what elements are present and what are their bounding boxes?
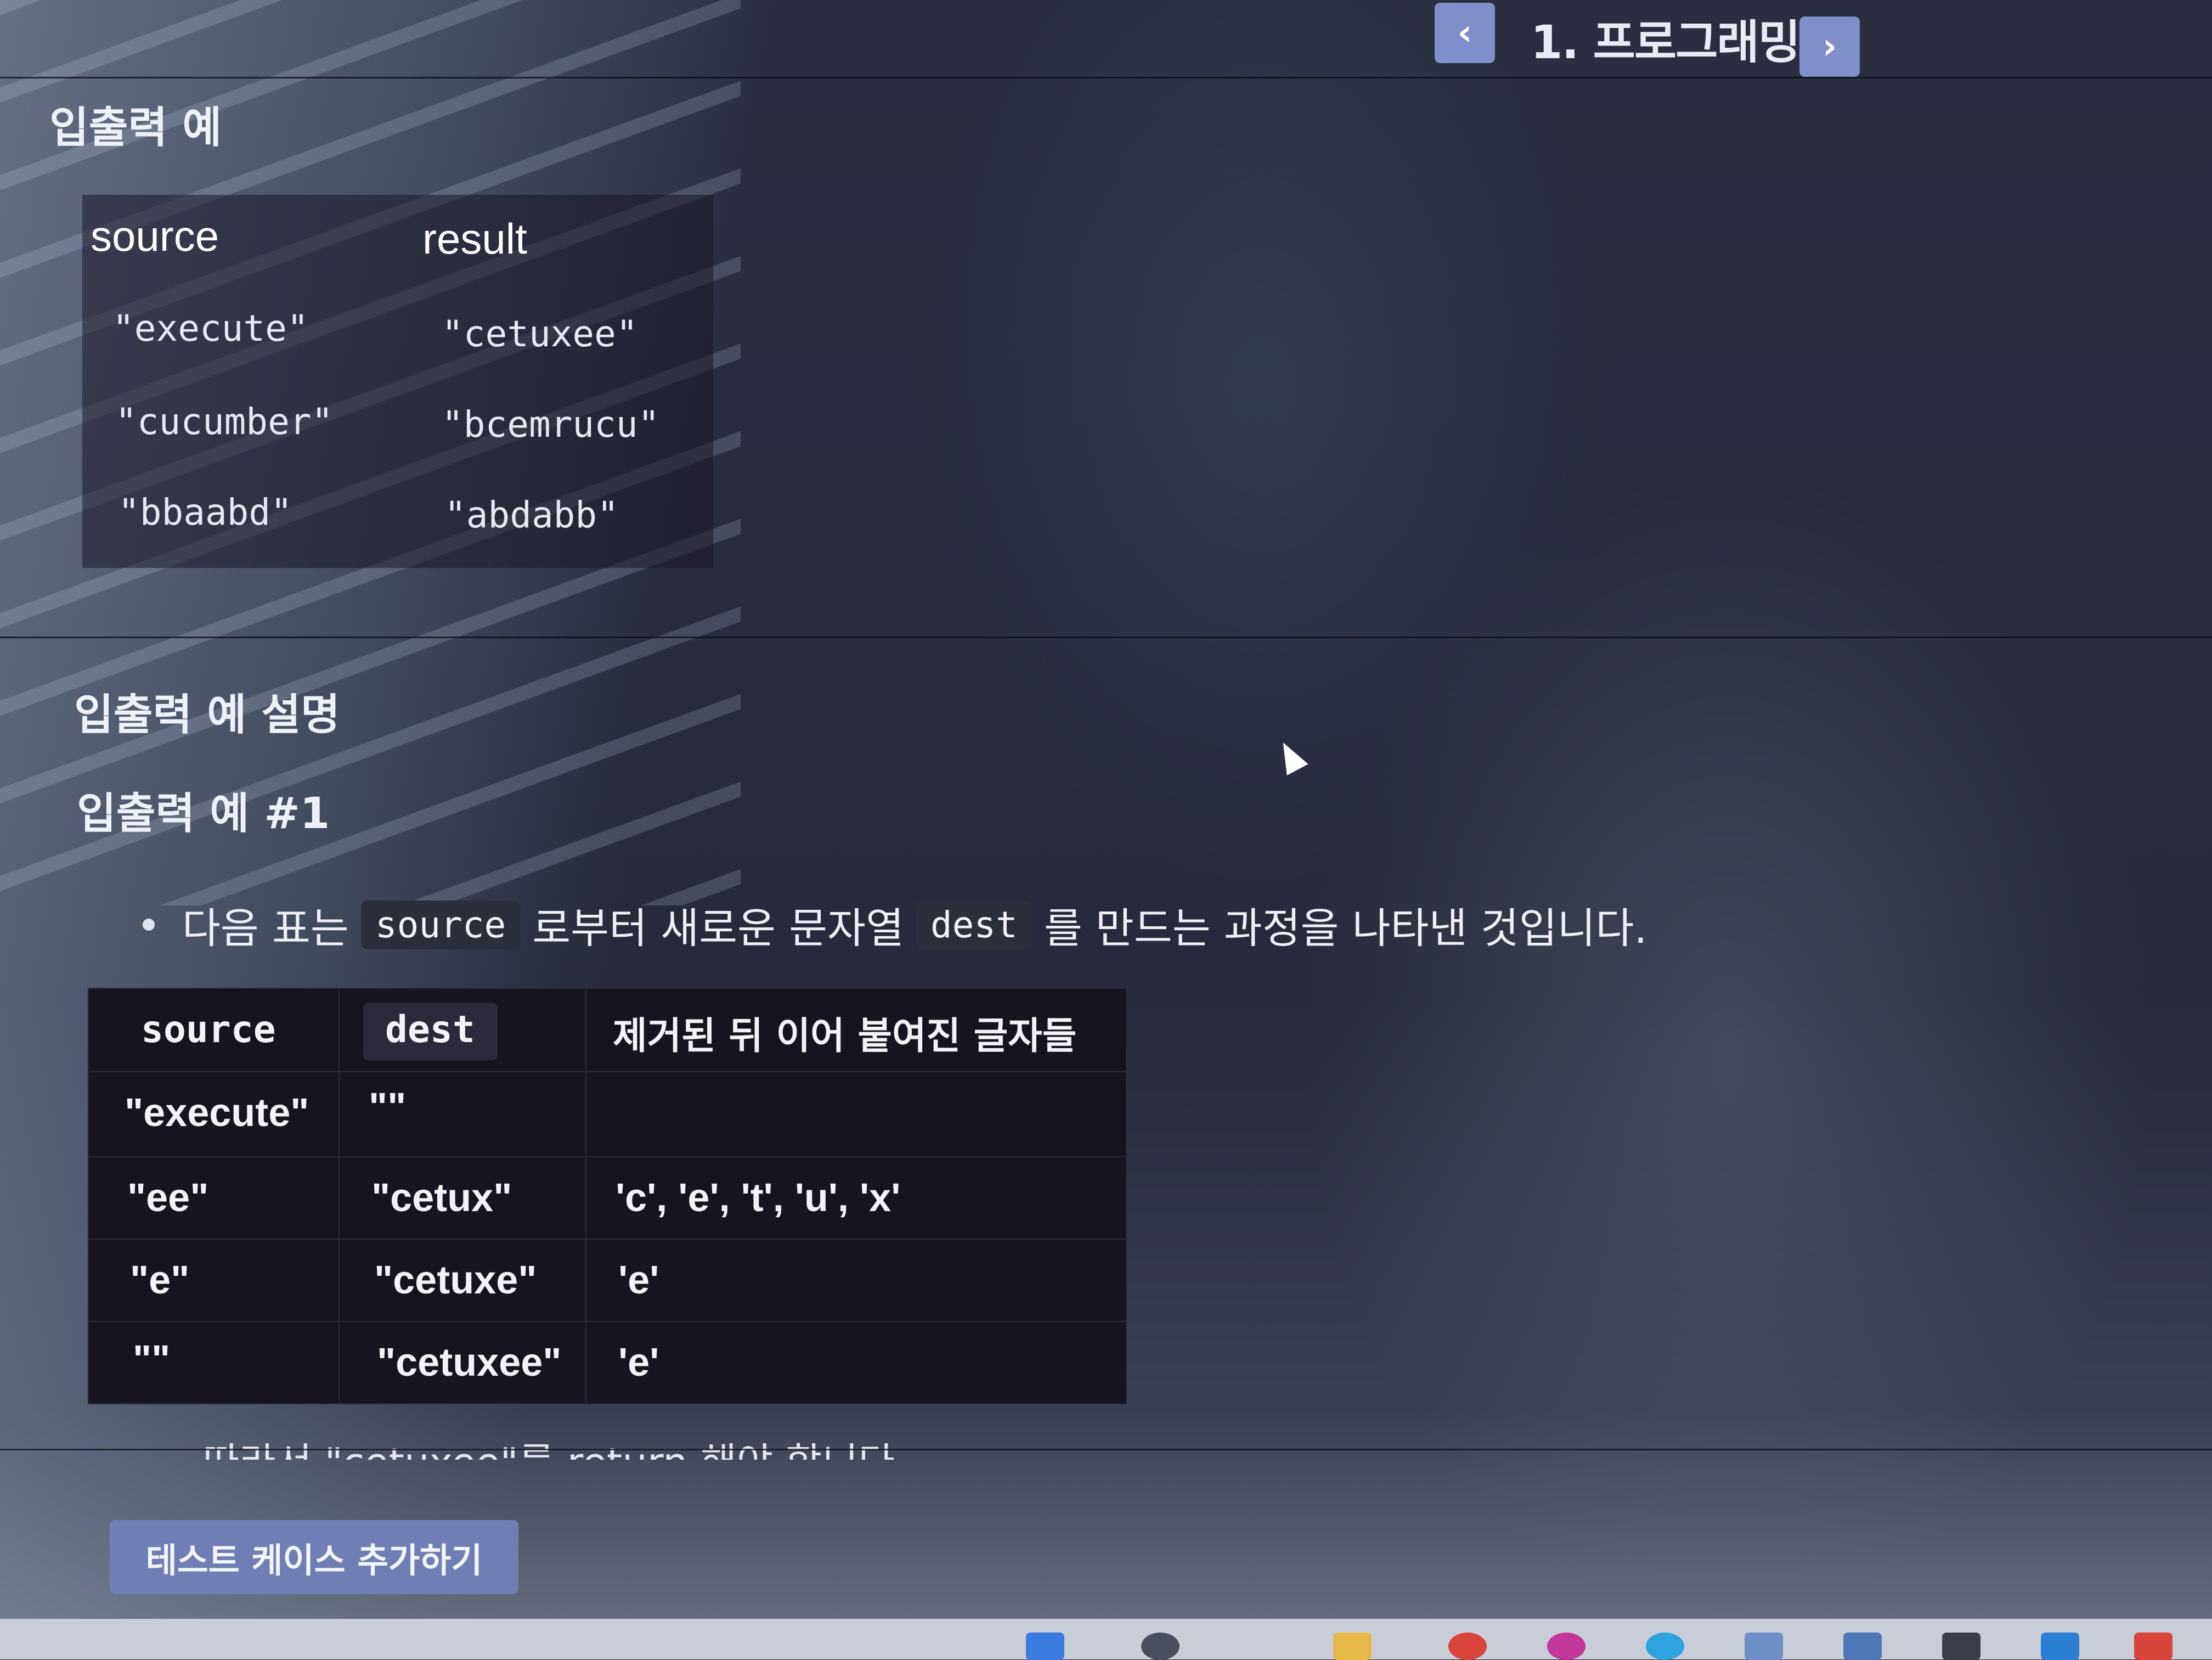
problem-page: ‹ 1. 프로그래밍 › 입출력 예 source result "execut…: [0, 0, 2212, 1660]
inline-code-dest: dest: [916, 900, 1032, 949]
explanation-table: source dest 제거된 뒤 이어 붙여진 글자들 "execute" "…: [88, 988, 1127, 1404]
table-cell: "cetux": [371, 1176, 512, 1220]
vscode-icon[interactable]: [2041, 1633, 2079, 1660]
bullet-icon: [143, 919, 155, 931]
bullet-text: 로부터 새로운 문자열: [532, 904, 904, 953]
windows-start-icon[interactable]: [1026, 1633, 1064, 1660]
table-cell: "execute": [112, 307, 309, 350]
column-header-dest: dest: [385, 1008, 475, 1051]
column-divider: [338, 989, 340, 1403]
edge-icon[interactable]: [1646, 1633, 1684, 1660]
table-cell: "e": [130, 1258, 190, 1302]
header-divider: [0, 77, 2212, 78]
chrome-icon[interactable]: [1448, 1633, 1487, 1660]
browser-profile-icon[interactable]: [1547, 1633, 1585, 1660]
table-cell: "abdabb": [444, 494, 619, 536]
io-example-heading: 입출력 예: [49, 103, 222, 153]
row-divider: [89, 1156, 1126, 1157]
io-example-table: source result "execute" "cetuxee" "cucum…: [82, 195, 713, 568]
io-example-1-heading: 입출력 예 #1: [77, 789, 330, 839]
column-header-source: source: [141, 1008, 276, 1051]
table-cell: 'e': [618, 1341, 659, 1385]
prev-problem-button[interactable]: ‹: [1435, 3, 1495, 63]
snipping-tool-icon[interactable]: [2134, 1633, 2172, 1660]
next-problem-button[interactable]: ›: [1799, 16, 1860, 77]
io-explanation-heading: 입출력 예 설명: [74, 690, 340, 740]
table-cell: "bcemrucu": [442, 403, 660, 446]
table-cell: "execute": [125, 1091, 309, 1135]
table-cell: "bbaabd": [118, 491, 292, 533]
chevron-right-icon: ›: [1822, 26, 1837, 67]
table-cell: "": [369, 1085, 407, 1129]
bullet-text: 다음 표는: [182, 904, 349, 953]
row-divider: [89, 1239, 1126, 1240]
folder-icon[interactable]: [1333, 1633, 1372, 1660]
table-cell: "cucumber": [115, 401, 334, 443]
footer-divider: [0, 1449, 2212, 1450]
table-cell: "ee": [127, 1176, 209, 1220]
column-header-result: result: [422, 215, 527, 263]
search-icon[interactable]: [1141, 1633, 1180, 1660]
column-divider: [585, 989, 586, 1403]
terminal-icon[interactable]: [1942, 1633, 1980, 1660]
table-cell: 'e': [618, 1258, 659, 1302]
mouse-cursor-icon: [1272, 736, 1308, 776]
add-test-case-button[interactable]: 테스트 케이스 추가하기: [110, 1520, 518, 1594]
table-cell: 'c', 'e', 't', 'u', 'x': [616, 1176, 901, 1220]
bullet-text: 를 만드는 과정을 나타낸 것입니다.: [1043, 904, 1647, 953]
section-divider: [0, 637, 2212, 638]
table-cell: "cetuxee": [377, 1341, 562, 1385]
chevron-left-icon: ‹: [1457, 13, 1472, 53]
conclusion-text: 따라서 "cetuxee"를 return 해야 합니다.: [203, 1432, 907, 1460]
table-cell: "": [133, 1338, 171, 1382]
column-header-removed-chars: 제거된 뒤 이어 붙여진 글자들: [613, 1015, 1077, 1058]
column-header-source: source: [91, 212, 219, 260]
row-divider: [89, 1071, 1126, 1072]
table-cell: "cetuxee": [442, 313, 638, 355]
app-icon[interactable]: [1745, 1633, 1783, 1660]
calendar-icon[interactable]: [1843, 1633, 1882, 1660]
bullet-item: 다음 표는 source 로부터 새로운 문자열 dest 를 만드는 과정을 …: [143, 894, 1647, 955]
table-cell: "cetuxe": [374, 1258, 537, 1302]
row-divider: [89, 1321, 1126, 1322]
problem-title: 1. 프로그래밍: [1531, 15, 1801, 69]
inline-code-source: source: [360, 900, 521, 949]
